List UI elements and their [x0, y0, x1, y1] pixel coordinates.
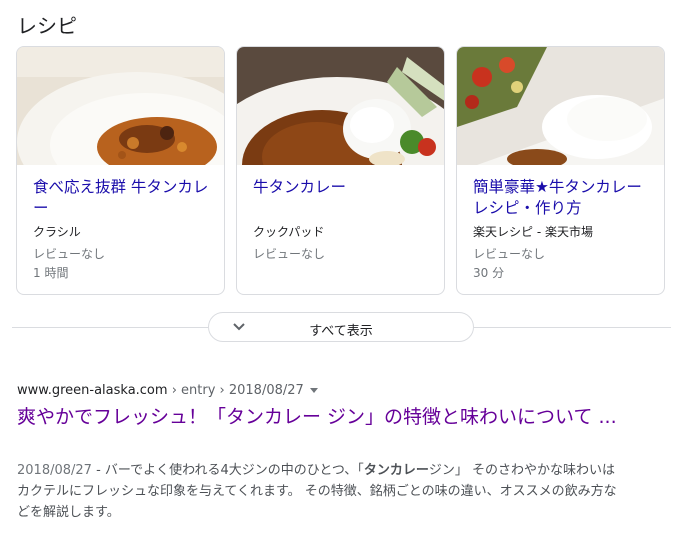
- divider-left: [12, 327, 208, 328]
- recipe-time-1: 1 時間: [33, 266, 69, 280]
- recipe-time-3: 30 分: [473, 266, 505, 280]
- recipe-title-1[interactable]: 食べ応え抜群 牛タンカレー: [33, 177, 214, 219]
- result-title-link[interactable]: 爽やかでフレッシュ！「タンカレー ジン」の特徴と味わいについて ...: [17, 404, 617, 430]
- caret-down-icon[interactable]: [309, 388, 318, 393]
- snippet-text-before: - バーでよく使われる4大ジンの中のひとつ、「: [91, 463, 364, 478]
- show-all-button[interactable]: すべて表示: [208, 312, 474, 342]
- result-breadcrumb: www.green-alaska.com › entry › 2018/08/2…: [17, 383, 318, 398]
- recipe-title-3[interactable]: 簡単豪華★牛タンカレーレシピ・作り方: [473, 177, 654, 219]
- recipe-card-1[interactable]: 食べ応え抜群 牛タンカレー クラシル レビューなし 1 時間: [16, 46, 225, 295]
- recipe-image-1[interactable]: [17, 47, 224, 165]
- result-path: › entry › 2018/08/27: [167, 383, 304, 398]
- recipe-source-1: クラシル: [33, 225, 81, 239]
- snippet-bold-term: タンカレー: [363, 463, 429, 478]
- recipe-source-2: クックパッド: [253, 225, 325, 239]
- recipe-reviews-2: レビューなし: [253, 247, 326, 261]
- result-date: 2018/08/27: [17, 463, 92, 478]
- recipes-heading: レシピ: [17, 14, 77, 38]
- recipe-image-3[interactable]: [457, 47, 664, 165]
- recipe-card-2[interactable]: 牛タンカレー クックパッド レビューなし: [236, 46, 445, 295]
- show-all-label: すべて表示: [309, 324, 373, 339]
- result-snippet: 2018/08/27 - バーでよく使われる4大ジンの中のひとつ、「タンカレージ…: [17, 460, 627, 523]
- recipe-card-3[interactable]: 簡単豪華★牛タンカレーレシピ・作り方 楽天レシピ - 楽天市場 レビューなし 3…: [456, 46, 665, 295]
- recipe-image-2[interactable]: [237, 47, 444, 165]
- recipe-reviews-1: レビューなし: [33, 247, 106, 261]
- recipe-reviews-3: レビューなし: [473, 247, 546, 261]
- recipe-source-3: 楽天レシピ - 楽天市場: [473, 225, 593, 239]
- divider-right: [474, 327, 671, 328]
- result-domain: www.green-alaska.com: [17, 383, 168, 398]
- recipe-title-2[interactable]: 牛タンカレー: [253, 177, 434, 198]
